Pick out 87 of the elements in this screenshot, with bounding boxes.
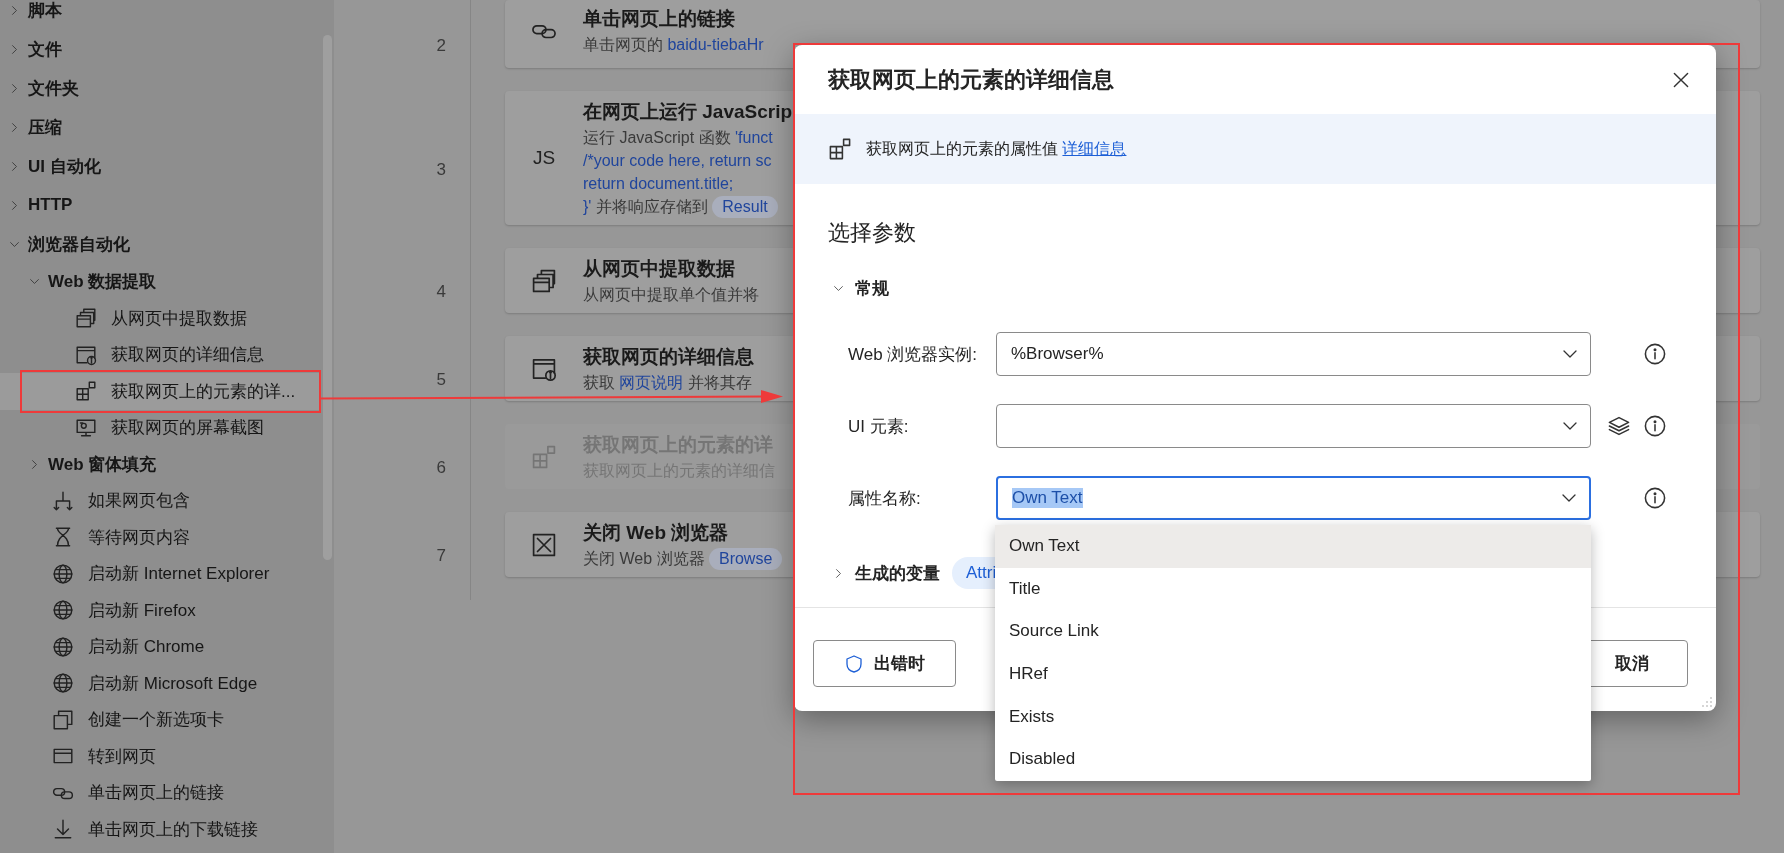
dialog-title: 获取网页上的元素的详细信息 [828, 65, 1114, 94]
tree-group[interactable]: HTTP [0, 185, 321, 225]
dropdown-option[interactable]: Exists [995, 695, 1591, 738]
action-description: 从网页中提取单个值并将 [583, 285, 759, 305]
tree-group[interactable]: 浏览器自动化 [0, 224, 321, 264]
dropdown-option[interactable]: Title [995, 567, 1591, 611]
action-title: 从网页中提取数据 [583, 257, 736, 281]
squares-icon [531, 443, 557, 470]
variable-token: Attri [952, 557, 997, 589]
sidebar-item[interactable]: 获取网页的详细信息 [0, 336, 321, 373]
field-label: Web 浏览器实例: [848, 343, 979, 366]
sidebar-item[interactable]: 如果网页包含 [0, 482, 321, 519]
globe-icon [52, 672, 74, 695]
parameter-value: /*your code here, return sc [583, 152, 772, 169]
globe-icon [52, 599, 74, 622]
step-number: 4 [436, 282, 446, 302]
js-icon: JS [532, 147, 556, 169]
step-number: 5 [436, 370, 446, 390]
tree-group[interactable]: Web 数据提取 [0, 263, 321, 300]
windows-stack-icon [75, 307, 97, 330]
squares-icon [75, 380, 97, 403]
variable-token: Browse [708, 548, 783, 570]
parameter-value: baidu-tiebaHr [667, 36, 764, 53]
windows-stack-icon [531, 267, 557, 294]
resize-grip[interactable] [1701, 696, 1713, 708]
dropdown-field[interactable]: Own Text [996, 476, 1591, 520]
download-icon [52, 818, 74, 841]
globe-icon [52, 635, 74, 658]
sidebar-item[interactable]: 单击网页上的链接 [0, 774, 321, 811]
info-icon[interactable] [1643, 414, 1667, 438]
dropdown-field[interactable] [996, 404, 1591, 448]
tree-group[interactable]: 文件 [0, 29, 321, 69]
action-title: 单击网页上的链接 [583, 7, 736, 31]
parameter-value: }' [583, 198, 592, 215]
tree-group[interactable]: 压缩 [0, 107, 321, 147]
error-handling-button[interactable]: 出错时 [813, 640, 956, 687]
globe-icon [52, 562, 74, 585]
tree-group[interactable]: UI 自动化 [0, 146, 321, 186]
group-header[interactable]: 生成的变量 [832, 561, 940, 585]
parameter-value: 'funct [735, 129, 773, 146]
shield-icon [844, 653, 864, 674]
step-number: 6 [436, 458, 446, 478]
field-label: UI 元素: [848, 415, 910, 438]
branch-icon [52, 489, 74, 512]
variable-token: Result [712, 196, 778, 218]
section-title: 选择参数 [828, 219, 917, 247]
sidebar-item[interactable]: 获取网页上的元素的详... [0, 373, 321, 410]
step-number: 3 [436, 159, 446, 180]
info-icon[interactable] [1643, 342, 1667, 366]
sidebar-item[interactable]: 启动新 Internet Explorer [0, 555, 321, 592]
scrollbar[interactable] [323, 35, 332, 560]
sidebar-item[interactable]: 转到网页 [0, 738, 321, 775]
squares-icon [828, 137, 852, 161]
action-description: }' 并将响应存储到 Result [583, 195, 793, 218]
action-description: 运行 JavaScript 函数 'funct [583, 128, 774, 148]
dropdown-option[interactable]: Disabled [995, 737, 1591, 781]
action-description: 获取 网页说明 并将其存 [583, 373, 753, 393]
step-number: 2 [436, 35, 446, 56]
details-link[interactable]: 详细信息 [1062, 139, 1127, 157]
dropdown-field[interactable]: %Browser% [996, 332, 1591, 376]
sidebar-item[interactable]: 单击网页上的下载链接 [0, 811, 321, 848]
tree-group[interactable]: 脚本 [0, 0, 321, 30]
info-icon[interactable] [1643, 486, 1667, 510]
sidebar-item[interactable]: 等待网页内容 [0, 519, 321, 556]
tree-group[interactable]: Web 窗体填充 [0, 446, 321, 483]
tree-group[interactable]: 文件夹 [0, 68, 321, 108]
info-text: 获取网页上的元素的属性值 详细信息 [866, 138, 1127, 159]
step-number: 7 [436, 546, 446, 566]
field-label: 属性名称: [848, 487, 922, 510]
sidebar-item[interactable]: 启动新 Microsoft Edge [0, 665, 321, 702]
layers-icon[interactable] [1607, 414, 1631, 438]
close-box-icon [531, 531, 557, 558]
sidebar-item[interactable]: 启动新 Chrome [0, 628, 321, 665]
group-header[interactable]: 常规 [832, 270, 889, 306]
action-title: 在网页上运行 JavaScrip [583, 100, 793, 124]
action-description: 单击网页的 baidu-tiebaHr [583, 35, 764, 55]
sidebar-item[interactable]: 从网页中提取数据 [0, 300, 321, 337]
sidebar-item[interactable]: 启动新 Firefox [0, 592, 321, 629]
parameter-value: 网页说明 [619, 374, 684, 391]
copy-icon [52, 708, 74, 731]
sidebar-item[interactable]: 创建一个新选项卡 [0, 701, 321, 738]
action-title: 关闭 Web 浏览器 [583, 521, 730, 545]
sidebar-item[interactable]: 获取网页的屏幕截图 [0, 409, 321, 446]
action-title: 获取网页的详细信息 [583, 345, 754, 369]
action-description: 关闭 Web 浏览器 Browse [583, 547, 783, 570]
dropdown-option[interactable]: Own Text [995, 525, 1591, 568]
parameter-value: return document.title; [583, 175, 734, 192]
